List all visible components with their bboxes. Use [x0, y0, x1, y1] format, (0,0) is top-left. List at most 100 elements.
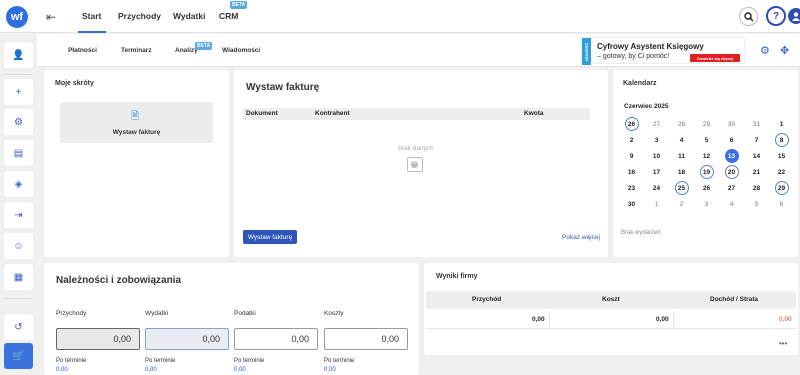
calendar-day[interactable]: 1: [644, 196, 669, 212]
calendar-day[interactable]: 19: [694, 164, 719, 180]
layout-move-icon[interactable]: ✥: [780, 44, 789, 57]
issue-invoice-button[interactable]: Wystaw fakturę: [243, 230, 297, 244]
calendar-day-number: 29: [774, 181, 789, 195]
contacts-icon: ☺: [13, 240, 24, 252]
calendar-day[interactable]: 5: [744, 196, 769, 212]
calendar-day[interactable]: 7: [744, 132, 769, 148]
rail-calendar[interactable]: ▦: [4, 264, 33, 290]
calendar-day[interactable]: 11: [669, 148, 694, 164]
finance-amount-field[interactable]: 0,00: [145, 328, 229, 350]
results-more-icon[interactable]: •••: [779, 339, 787, 348]
calendar-day[interactable]: 28: [669, 116, 694, 132]
nav-wydatki[interactable]: Wydatki: [173, 11, 205, 21]
calendar-day[interactable]: 14: [744, 148, 769, 164]
rail-history[interactable]: ↺: [4, 314, 33, 340]
rail-users[interactable]: 👤: [4, 42, 33, 68]
calendar-day-number: 7: [754, 136, 759, 144]
menu-collapse-icon[interactable]: ⇤: [46, 10, 56, 24]
calendar-day[interactable]: 24: [644, 180, 669, 196]
calendar-day[interactable]: 26: [619, 116, 644, 132]
calendar-day[interactable]: 1: [769, 116, 794, 132]
search-icon: [743, 11, 754, 22]
calendar-day[interactable]: 2: [619, 132, 644, 148]
finance-overdue-value[interactable]: 0,00: [56, 367, 68, 373]
rail-cart[interactable]: 🛒: [4, 343, 33, 369]
shortcut-tile-invoice[interactable]: 🗎 Wystaw fakturę: [60, 102, 213, 143]
calendar-day[interactable]: 6: [769, 196, 794, 212]
shortcuts-card: Moje skróty 🗎 Wystaw fakturę: [44, 70, 229, 257]
calendar-day[interactable]: 28: [744, 180, 769, 196]
finance-overdue-value[interactable]: 0,00: [145, 367, 157, 373]
calendar-day[interactable]: 21: [744, 164, 769, 180]
calendar-day[interactable]: 31: [744, 116, 769, 132]
subnav-terminarz[interactable]: Terminarz: [121, 47, 152, 54]
results-table-header: Przychód Koszt Dochód / Strata: [426, 291, 796, 309]
finance-overdue-value[interactable]: 0,00: [234, 367, 246, 373]
calendar-day[interactable]: 13: [719, 148, 744, 164]
finance-overdue-value[interactable]: 0,00: [324, 367, 336, 373]
finance-amount-field[interactable]: 0,00: [56, 328, 140, 350]
calendar-day[interactable]: 17: [644, 164, 669, 180]
user-avatar[interactable]: [788, 8, 800, 24]
nav-crm[interactable]: CRM: [219, 11, 238, 21]
calendar-day[interactable]: 16: [619, 164, 644, 180]
rail-security[interactable]: ◈: [4, 171, 33, 197]
calendar-day[interactable]: 10: [644, 148, 669, 164]
promo-subtitle: – gotowy, by Ci pomóc!: [597, 53, 670, 60]
nav-przychody[interactable]: Przychody: [118, 11, 161, 21]
finance-amount-field[interactable]: 0,00: [234, 328, 318, 350]
calendar-day[interactable]: 3: [644, 132, 669, 148]
calendar-day[interactable]: 5: [694, 132, 719, 148]
promo-banner[interactable]: NOWOŚĆ Cyfrowy Asystent Księgowy – gotow…: [581, 37, 745, 65]
rail-add[interactable]: +: [4, 79, 33, 105]
rail-filters[interactable]: ⚙: [4, 109, 33, 135]
calendar-day[interactable]: 29: [694, 116, 719, 132]
finance-amount-field[interactable]: 0,00: [324, 328, 408, 350]
calendar-day[interactable]: 27: [644, 116, 669, 132]
settings-gear-icon[interactable]: ⚙: [760, 44, 770, 57]
finance-card: Należności i zobowiązania Przychody 0,00 P…: [44, 263, 419, 375]
col-koszt: Koszt: [602, 296, 620, 303]
shortcut-tile-label: Wystaw fakturę: [112, 129, 161, 136]
nav-start[interactable]: Start: [82, 11, 101, 21]
col-dokument: Dokument: [246, 110, 278, 117]
rail-contacts[interactable]: ☺: [4, 233, 33, 259]
subnav-platnosci[interactable]: Płatności: [68, 47, 97, 54]
calendar-day[interactable]: 15: [769, 148, 794, 164]
calendar-day[interactable]: 27: [719, 180, 744, 196]
plus-icon: +: [15, 86, 22, 98]
help-button[interactable]: ?: [766, 6, 786, 26]
calendar-empty-text: Brak wydarzeń: [621, 230, 661, 236]
calendar-day[interactable]: 29: [769, 180, 794, 196]
calendar-day[interactable]: 30: [719, 116, 744, 132]
calendar-day[interactable]: 4: [669, 132, 694, 148]
show-more-link[interactable]: Pokaż więcej: [562, 234, 600, 241]
calendar-grid: 26 27 28 29 30 31 1 2 3 4 5 6 7 8 9 10 11 12 13 14 15 16 17 18 1…: [619, 116, 793, 212]
promo-learn-more-button[interactable]: Dowiedz się więcej: [690, 54, 740, 62]
calendar-day[interactable]: 8: [769, 132, 794, 148]
calendar-icon: ▦: [13, 271, 24, 283]
rail-import[interactable]: ⇥: [4, 202, 33, 228]
rail-documents[interactable]: ▤: [4, 140, 33, 166]
calendar-day[interactable]: 20: [719, 164, 744, 180]
calendar-day[interactable]: 30: [619, 196, 644, 212]
calendar-month: Czerwiec 2025: [624, 103, 669, 110]
calendar-day-number: 25: [674, 181, 689, 195]
subnav-wiadomosci[interactable]: Wiadomości: [222, 47, 260, 54]
calendar-day[interactable]: 3: [694, 196, 719, 212]
search-button[interactable]: [739, 7, 758, 26]
calendar-day[interactable]: 2: [669, 196, 694, 212]
calendar-day-number: 26: [624, 117, 639, 131]
calendar-day[interactable]: 23: [619, 180, 644, 196]
calendar-day[interactable]: 26: [694, 180, 719, 196]
col-kontrahent: Kontrahent: [315, 110, 350, 117]
calendar-day[interactable]: 4: [719, 196, 744, 212]
calendar-day[interactable]: 12: [694, 148, 719, 164]
app-logo[interactable]: wf: [6, 6, 28, 28]
calendar-day[interactable]: 18: [669, 164, 694, 180]
shield-icon: ◈: [14, 178, 23, 190]
calendar-day[interactable]: 25: [669, 180, 694, 196]
calendar-day[interactable]: 6: [719, 132, 744, 148]
calendar-day[interactable]: 22: [769, 164, 794, 180]
calendar-day[interactable]: 9: [619, 148, 644, 164]
